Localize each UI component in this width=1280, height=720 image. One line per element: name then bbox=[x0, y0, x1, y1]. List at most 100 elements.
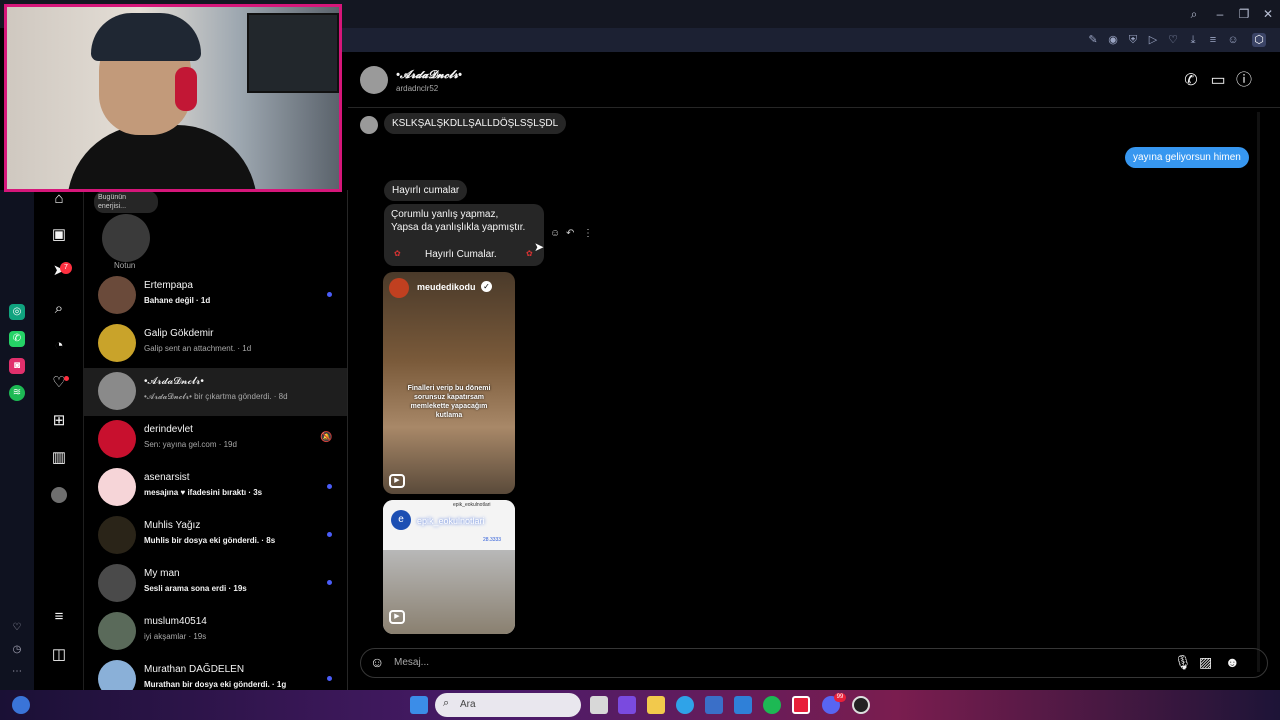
create-icon[interactable]: ⊞ bbox=[50, 412, 68, 430]
shared-reel[interactable]: e epik_eokulnotlari epik_eokulnotlari 28… bbox=[383, 500, 515, 634]
conversation-item[interactable]: Murathan DAĞDELEN Murathan bir dosya eki … bbox=[84, 656, 347, 690]
message-bubble: Hayırlı cumalar bbox=[384, 180, 468, 201]
search-icon[interactable]: ⌕ bbox=[50, 300, 68, 318]
webcam-monitor bbox=[247, 13, 339, 93]
messages-badge: 7 bbox=[60, 262, 72, 274]
restore-icon[interactable]: ❐ bbox=[1236, 6, 1252, 22]
conversation-avatar bbox=[98, 372, 136, 410]
whatsapp-icon[interactable]: ✆ bbox=[9, 331, 25, 347]
conversation-item[interactable]: asenarsist mesajına ♥ ifadesini bıraktı ·… bbox=[84, 464, 347, 512]
unread-dot bbox=[327, 580, 332, 585]
unread-dot bbox=[327, 532, 332, 537]
store-icon[interactable] bbox=[705, 696, 723, 714]
note-avatar[interactable] bbox=[102, 214, 150, 262]
edge-icon[interactable] bbox=[676, 696, 694, 714]
start-icon[interactable] bbox=[410, 696, 428, 714]
play-icon[interactable]: ▷ bbox=[1146, 33, 1160, 47]
reel-account-name: epik_eokulnotlari bbox=[453, 502, 491, 508]
info-icon[interactable]: ⓘ bbox=[1235, 72, 1253, 90]
shared-reel[interactable]: meudedikodu ✓ Finalleri verip bu dönemi … bbox=[383, 272, 515, 494]
conversation-item[interactable]: •𝓐𝓻𝓭𝓪𝓓𝓷𝓬𝓵𝓻• •𝓐𝓻𝓭𝓪𝓓𝓷𝓬𝓵𝓻• bir çıkartma gönd… bbox=[84, 368, 347, 416]
message-bubble: KSLKŞALŞKDLLŞALLDÖŞLSŞLŞDL bbox=[384, 113, 567, 134]
webcam-person-body bbox=[67, 125, 257, 189]
conversation-item[interactable]: My man Sesli arama sona erdi · 19s bbox=[84, 560, 347, 608]
reel-account-name[interactable]: meudedikodu bbox=[417, 282, 476, 292]
close-icon[interactable]: ✕ bbox=[1260, 6, 1276, 22]
video-call-icon[interactable]: ▭ bbox=[1209, 72, 1227, 90]
taskbar-search[interactable]: ⌕ Ara bbox=[435, 693, 581, 717]
conversation-avatar bbox=[98, 660, 136, 690]
edit-icon[interactable]: ✎ bbox=[1086, 33, 1100, 47]
profile-avatar[interactable] bbox=[51, 487, 67, 503]
conversation-item[interactable]: Ertempapa Bahane değil · 1d bbox=[84, 272, 347, 320]
favorites-icon[interactable]: ♡ bbox=[9, 620, 25, 636]
image-icon[interactable]: ▨ bbox=[1199, 654, 1212, 671]
extension-icon[interactable]: ⬡ bbox=[1252, 33, 1266, 47]
sticker-icon[interactable]: ☻ bbox=[1225, 654, 1240, 670]
message-input[interactable]: Mesaj... bbox=[394, 657, 429, 668]
instagram-icon[interactable]: ◙ bbox=[9, 358, 25, 374]
chat-scrollbar[interactable] bbox=[1257, 112, 1260, 672]
apps-icon[interactable]: ◫ bbox=[50, 646, 68, 664]
react-emoji-icon[interactable]: ☺ bbox=[550, 228, 560, 239]
conversation-name: Muhlis Yağız bbox=[144, 520, 201, 531]
conversation-name: My man bbox=[144, 568, 180, 579]
heart-icon[interactable]: ♡ bbox=[1166, 33, 1180, 47]
microphone-icon[interactable]: 🎙 bbox=[1174, 654, 1192, 671]
opera-gx-icon[interactable] bbox=[792, 696, 810, 714]
note-bubble[interactable]: Bugünün enerjisi... bbox=[94, 191, 158, 213]
taskbar-search-label: Ara bbox=[460, 699, 476, 710]
chat-avatar[interactable] bbox=[360, 66, 388, 94]
home-icon[interactable]: ⌂ bbox=[50, 190, 68, 208]
conversation-preview: •𝓐𝓻𝓭𝓪𝓓𝓷𝓬𝓵𝓻• bir çıkartma gönderdi. · 8d bbox=[144, 392, 288, 401]
conversation-item[interactable]: derindevlet Sen: yayına gel.com · 19d 🔕 bbox=[84, 416, 347, 464]
menu-icon[interactable]: ≡ bbox=[50, 608, 68, 626]
notification-dot bbox=[64, 376, 69, 381]
chat-name[interactable]: •𝓐𝓻𝓭𝓪𝓓𝓷𝓬𝓵𝓻• bbox=[396, 69, 462, 82]
reels-icon[interactable]: ▣ bbox=[50, 226, 68, 244]
mail-icon[interactable] bbox=[734, 696, 752, 714]
more-options-icon[interactable]: ⋮ bbox=[583, 228, 593, 239]
conversation-item[interactable]: muslum40514 iyi akşamlar · 19s bbox=[84, 608, 347, 656]
chatgpt-icon[interactable]: ◎ bbox=[9, 304, 25, 320]
search-icon: ⌕ bbox=[443, 697, 450, 709]
download-icon[interactable]: ⤓ bbox=[1186, 33, 1200, 47]
webcam-headset bbox=[175, 67, 197, 111]
explore-icon[interactable]: ◔ bbox=[50, 337, 68, 355]
conversation-avatar bbox=[98, 564, 136, 602]
steam-icon[interactable] bbox=[852, 696, 870, 714]
search-icon[interactable]: ⌕ bbox=[1186, 6, 1202, 22]
task-view-icon[interactable] bbox=[590, 696, 608, 714]
webcam-person-hair bbox=[91, 13, 201, 61]
conversation-preview: mesajına ♥ ifadesini bıraktı · 3s bbox=[144, 488, 263, 497]
instagram-nav: ⌂ ▣ ➤ 7 ⌕ ◔ ♡ ⊞ ▥ ≡ ◫ bbox=[34, 190, 84, 690]
chat-username: ardadnclr52 bbox=[396, 84, 439, 93]
spotify-icon[interactable] bbox=[763, 696, 781, 714]
reel-thumbnail-top: e epik_eokulnotlari epik_eokulnotlari 28… bbox=[383, 500, 515, 550]
weather-icon[interactable] bbox=[12, 696, 30, 714]
mouse-cursor: ➤ bbox=[534, 240, 545, 254]
app-icon[interactable] bbox=[618, 696, 636, 714]
message-line: Yapsa da yanlışlıkla yapmıştır. bbox=[391, 222, 526, 233]
shield-icon[interactable]: ⛨ bbox=[1126, 33, 1140, 47]
emoji-icon[interactable]: ☺ bbox=[370, 654, 384, 670]
conversation-item[interactable]: Muhlis Yağız Muhlis bir dosya eki gönderd… bbox=[84, 512, 347, 560]
user-icon[interactable]: ☺ bbox=[1226, 33, 1240, 47]
camera-icon[interactable]: ◉ bbox=[1106, 33, 1120, 47]
more-icon[interactable]: ⋯ bbox=[9, 664, 25, 680]
rose-icon: ✿ bbox=[526, 249, 533, 258]
phone-call-icon[interactable]: ✆ bbox=[1182, 72, 1200, 90]
conversation-name: muslum40514 bbox=[144, 616, 207, 627]
conversation-item[interactable]: Galip Gökdemir Galip sent an attachment. … bbox=[84, 320, 347, 368]
muted-icon: 🔕 bbox=[320, 432, 333, 443]
message-composer[interactable]: ☺ Mesaj... 🎙 ▨ ☻ bbox=[360, 648, 1268, 678]
conversation-avatar bbox=[98, 324, 136, 362]
conversation-name: Ertempapa bbox=[144, 280, 193, 291]
history-icon[interactable]: ◷ bbox=[9, 642, 25, 658]
menu-icon[interactable]: ≡ bbox=[1206, 33, 1220, 47]
dashboard-icon[interactable]: ▥ bbox=[50, 449, 68, 467]
spotify-icon[interactable]: ≋ bbox=[9, 385, 25, 401]
file-explorer-icon[interactable] bbox=[647, 696, 665, 714]
reply-icon[interactable]: ↶ bbox=[566, 228, 574, 239]
minimize-icon[interactable]: – bbox=[1212, 6, 1228, 22]
